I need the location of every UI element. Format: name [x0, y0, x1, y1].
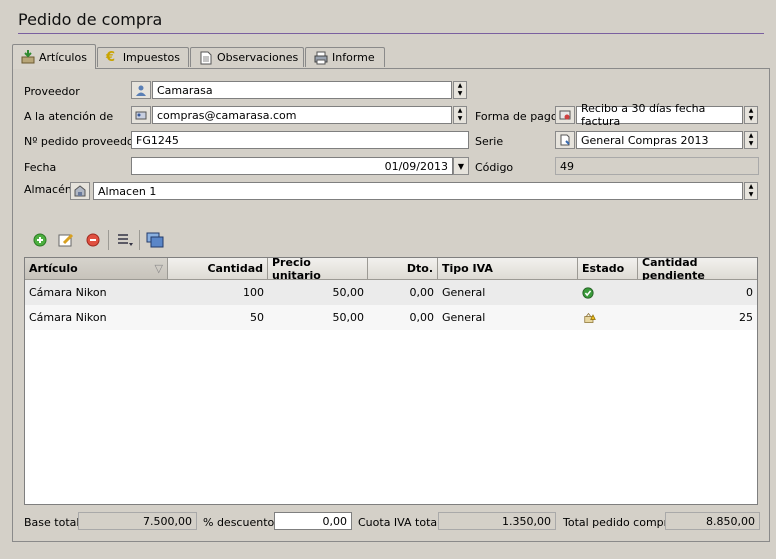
tab-observaciones[interactable]: Observaciones — [190, 47, 304, 67]
descuento-label: % descuento — [203, 516, 275, 529]
codigo-label: Código — [475, 161, 514, 174]
serie-field[interactable]: General Compras 2013 — [576, 131, 743, 149]
total-pedido-field: 8.850,00 — [665, 512, 760, 530]
cell-dto: 0,00 — [409, 311, 435, 324]
list-options-icon[interactable] — [115, 230, 135, 250]
atencion-label: A la atención de — [24, 110, 114, 123]
total-pedido-label: Total pedido compra — [563, 516, 675, 529]
cuota-iva-field: 1.350,00 — [438, 512, 556, 530]
tab-label: Informe — [332, 51, 375, 64]
cell-precio: 50,00 — [332, 311, 365, 324]
column-header-tipo-iva[interactable]: Tipo IVA — [438, 258, 578, 280]
atencion-picker-button[interactable] — [131, 106, 151, 124]
window-title: Pedido de compra — [18, 10, 163, 29]
payment-icon — [559, 110, 571, 120]
cell-precio: 50,00 — [332, 286, 365, 299]
articles-grid: Artículo ▽ Cantidad Precio unitario Dto.… — [24, 256, 758, 505]
table-row[interactable]: Cámara Nikon 50 50,00 0,00 General 25 — [25, 305, 757, 330]
atencion-spinner[interactable]: ▲ ▼ — [453, 106, 467, 124]
almacen-field[interactable]: Almacen 1 — [93, 182, 743, 200]
cell-pendiente: 25 — [739, 311, 753, 324]
cell-articulo: Cámara Nikon — [29, 286, 107, 299]
almacen-picker-button[interactable] — [70, 182, 90, 200]
document-icon — [199, 51, 213, 65]
tab-articulos[interactable]: Artículos — [12, 44, 96, 69]
serie-picker-button[interactable] — [555, 131, 575, 149]
forma-pago-field[interactable]: Recibo a 30 días fecha factura — [576, 102, 743, 128]
cell-articulo: Cámara Nikon — [29, 311, 107, 324]
euro-icon: € — [106, 49, 116, 65]
series-document-icon — [560, 134, 570, 146]
check-icon — [578, 280, 598, 305]
descuento-field[interactable]: 0,00 — [274, 512, 352, 530]
tab-impuestos[interactable]: € Impuestos — [97, 47, 189, 67]
serie-label: Serie — [475, 135, 504, 148]
column-header-estado[interactable]: Estado — [578, 258, 638, 280]
num-pedido-field[interactable]: FG1245 — [131, 131, 469, 149]
cell-tipo-iva: General — [442, 311, 486, 324]
forma-pago-label: Forma de pago — [475, 110, 558, 123]
column-header-dto[interactable]: Dto. — [368, 258, 438, 280]
column-header-cantidad[interactable]: Cantidad — [168, 258, 268, 280]
title-underline — [18, 33, 764, 34]
person-icon — [136, 85, 146, 96]
atencion-field[interactable]: compras@camarasa.com — [152, 106, 452, 124]
contact-card-icon — [135, 111, 147, 120]
add-icon[interactable] — [30, 230, 50, 250]
cell-pendiente: 0 — [746, 286, 753, 299]
codigo-field: 49 — [555, 157, 759, 175]
tab-label: Observaciones — [217, 51, 299, 64]
column-header-pendiente[interactable]: Cantidad pendiente — [638, 256, 757, 282]
printer-icon — [314, 51, 328, 65]
cuota-iva-label: Cuota IVA total — [358, 516, 441, 529]
edit-icon[interactable] — [56, 230, 76, 250]
tab-label: Artículos — [39, 50, 87, 64]
proveedor-spinner[interactable]: ▲ ▼ — [453, 81, 467, 99]
forma-pago-spinner[interactable]: ▲ ▼ — [744, 106, 758, 124]
fecha-field[interactable]: 01/09/2013 — [131, 157, 453, 175]
tab-informe[interactable]: Informe — [305, 47, 385, 67]
toolbar-separator — [139, 230, 140, 250]
proveedor-picker-button[interactable] — [131, 81, 151, 99]
proveedor-label: Proveedor — [24, 85, 80, 98]
fecha-dropdown-button[interactable]: ▼ — [453, 157, 469, 175]
sort-indicator-icon: ▽ — [154, 262, 163, 275]
forma-pago-picker-button[interactable] — [555, 106, 575, 124]
toolbar-separator — [108, 230, 109, 250]
base-total-label: Base total — [24, 516, 80, 529]
column-header-articulo[interactable]: Artículo ▽ — [25, 258, 168, 280]
fecha-label: Fecha — [24, 161, 57, 174]
almacen-spinner[interactable]: ▲ ▼ — [744, 182, 758, 200]
tab-label: Impuestos — [122, 51, 180, 64]
cell-cantidad: 50 — [250, 311, 264, 324]
almacen-label: Almacén — [24, 183, 72, 196]
cell-tipo-iva: General — [442, 286, 486, 299]
num-pedido-label: Nº pedido proveedor — [24, 135, 139, 148]
pending-warning-icon — [580, 305, 600, 330]
delete-icon[interactable] — [83, 230, 103, 250]
column-header-precio[interactable]: Precio unitario — [268, 256, 368, 282]
proveedor-field[interactable]: Camarasa — [152, 81, 452, 99]
table-row[interactable]: Cámara Nikon 100 50,00 0,00 General 0 — [25, 280, 757, 305]
box-download-icon — [21, 50, 35, 64]
base-total-field: 7.500,00 — [78, 512, 197, 530]
windows-icon[interactable] — [145, 230, 165, 250]
warehouse-icon — [74, 185, 86, 197]
cell-dto: 0,00 — [409, 286, 435, 299]
serie-spinner[interactable]: ▲ ▼ — [744, 131, 758, 149]
cell-cantidad: 100 — [243, 286, 264, 299]
